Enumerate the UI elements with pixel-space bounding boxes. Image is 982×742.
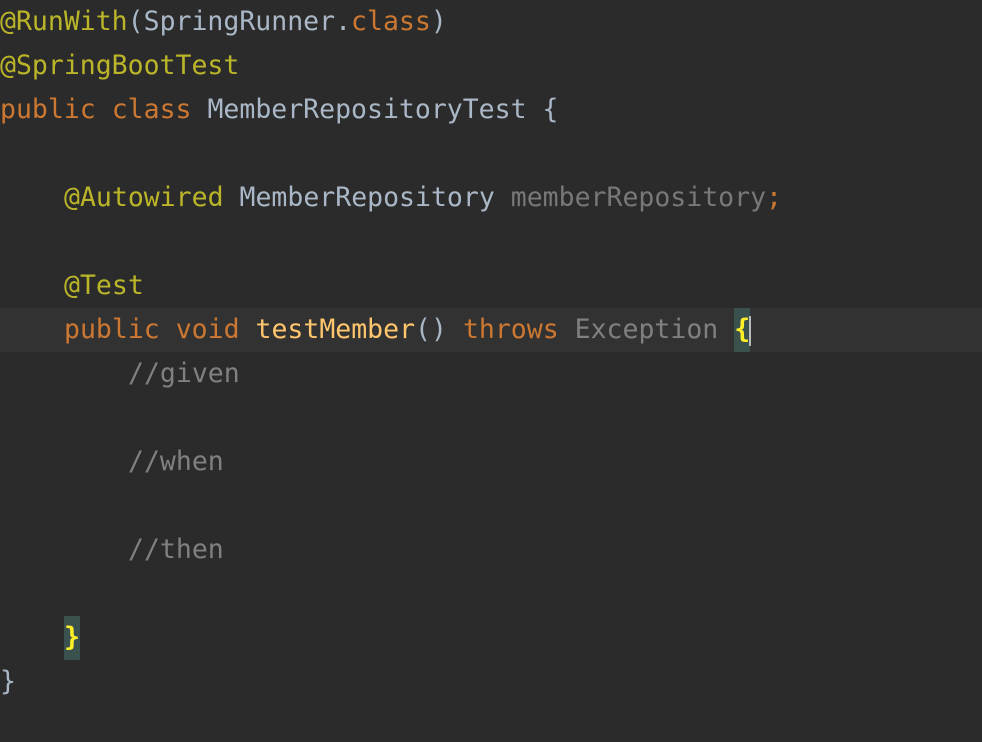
parens: (): [415, 314, 447, 345]
code-line-5[interactable]: @Autowired MemberRepository memberReposi…: [0, 176, 982, 220]
public-keyword: public: [64, 314, 160, 345]
void-keyword: void: [175, 314, 240, 345]
public-keyword: public: [0, 94, 96, 125]
class-close-brace: }: [0, 666, 16, 697]
code-editor[interactable]: @RunWith(SpringRunner.class) @SpringBoot…: [0, 0, 982, 742]
dot: .: [335, 6, 352, 37]
code-line-13[interactable]: //then: [0, 528, 982, 572]
class-name: MemberRepositoryTest: [207, 94, 527, 125]
field-type: MemberRepository: [239, 182, 495, 213]
code-line-9[interactable]: //given: [0, 352, 982, 396]
code-line-6[interactable]: [0, 220, 982, 264]
annotation-autowired: @Autowired: [64, 182, 224, 213]
code-line-3[interactable]: public class MemberRepositoryTest {: [0, 88, 982, 132]
close-paren: ): [430, 6, 447, 37]
field-name: memberRepository: [510, 182, 767, 213]
comment-then: //then: [128, 534, 224, 565]
throws-keyword: throws: [462, 314, 559, 345]
code-line-7[interactable]: @Test: [0, 264, 982, 308]
code-line-2[interactable]: @SpringBootTest: [0, 44, 982, 88]
comment-given: //given: [128, 358, 240, 389]
code-line-4[interactable]: [0, 132, 982, 176]
method-name: testMember: [255, 314, 416, 345]
code-line-14[interactable]: [0, 572, 982, 616]
comment-when: //when: [128, 446, 224, 477]
exception-type: Exception: [574, 314, 719, 345]
code-line-8-current[interactable]: public void testMember() throws Exceptio…: [0, 308, 982, 352]
text-caret: [749, 315, 752, 346]
annotation-springboottest: @SpringBootTest: [0, 50, 240, 81]
code-line-16[interactable]: }: [0, 660, 982, 704]
code-line-1[interactable]: @RunWith(SpringRunner.class): [0, 0, 982, 44]
class-keyword: class: [111, 94, 192, 125]
semicolon: ;: [766, 182, 783, 213]
class-keyword: class: [351, 6, 431, 37]
annotation-runwith: @RunWith: [0, 6, 128, 37]
open-brace: {: [542, 94, 559, 125]
code-line-11[interactable]: //when: [0, 440, 982, 484]
matched-close-brace: }: [64, 616, 80, 660]
code-line-12[interactable]: [0, 484, 982, 528]
code-line-10[interactable]: [0, 396, 982, 440]
open-paren: (: [127, 6, 144, 37]
annotation-test: @Test: [64, 270, 144, 301]
class-reference: SpringRunner: [143, 6, 336, 37]
code-line-15[interactable]: }: [0, 616, 982, 660]
matched-open-brace: {: [734, 308, 751, 352]
